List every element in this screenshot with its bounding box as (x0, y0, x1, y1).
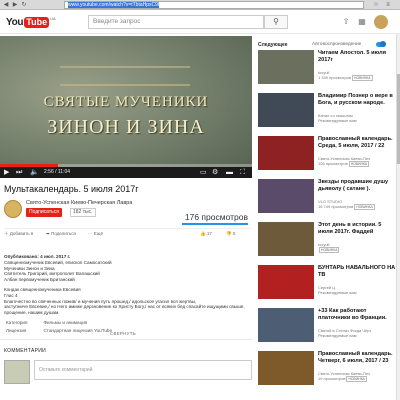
search-icon: ⚲ (273, 17, 279, 26)
recommendation-title[interactable]: Владимир Познер о вере в Бога, и русском… (318, 93, 396, 106)
recommendation-thumbnail[interactable] (258, 50, 314, 84)
url-text: www.youtube.com/watch?v=tTbtaHpxC9I (68, 2, 160, 8)
video-player[interactable]: СВЯТЫЕ МУЧЕНИКИ ЗИНОН И ЗИНА ▶ ⏭ 🔈 2:56 … (0, 36, 252, 178)
site-header: You Tube UA Введите запрос ⚲ ⇧ ▦ (0, 10, 400, 34)
autoplay-label: Автовоспроизведение (312, 42, 362, 47)
search-input[interactable]: Введите запрос (88, 15, 264, 29)
video-overlay-title: СВЯТЫЕ МУЧЕНИКИ (43, 94, 209, 110)
new-badge: НОВИНКА (319, 247, 340, 253)
address-bar[interactable]: www.youtube.com/watch?v=tTbtaHpxC9I (64, 1, 364, 9)
recommendation-meta: 106 просмотров НОВИНКА (318, 161, 396, 167)
recommendation-title[interactable]: БУНТАРЬ НАВАЛЬНОГО НА ТВ (318, 265, 396, 278)
notifications-icon[interactable]: ▦ (356, 16, 368, 28)
subtitles-icon[interactable]: ▭ (200, 167, 207, 178)
recommendation-thumbnail[interactable] (258, 179, 314, 213)
recommendation-thumbnail[interactable] (258, 265, 314, 299)
collapse-button[interactable]: СВЕРНУТЬ (110, 331, 136, 336)
forward-icon[interactable]: ▶ (11, 1, 19, 9)
new-badge: НОВИНКА (348, 161, 370, 167)
play-icon[interactable]: ▶ (4, 167, 9, 178)
recommendation-thumbnail[interactable] (258, 308, 314, 342)
recommendation-item[interactable]: Православный календарь. Четверг, 6 июля,… (258, 351, 396, 391)
recommendation-views: 106 просмотров (318, 161, 348, 166)
recommendation-item[interactable]: БУНТАРЬ НАВАЛЬНОГО НА ТВ Сергей Ц Рекоменд… (258, 265, 396, 305)
comments-header: КОММЕНТАРИИ (4, 348, 47, 354)
new-badge: НОВИНКА (352, 75, 373, 81)
settings-icon[interactable]: ⚙ (212, 167, 218, 178)
search-button[interactable]: ⚲ (264, 15, 288, 29)
star-icon[interactable]: ☆ (372, 1, 380, 9)
next-icon[interactable]: ⏭ (16, 167, 22, 178)
page-scrollbar[interactable] (396, 34, 400, 400)
volume-icon[interactable]: 🔈 (30, 167, 39, 178)
user-avatar (4, 360, 30, 384)
menu-icon[interactable]: ≡ (384, 1, 392, 9)
new-badge: НОВИНКА (346, 376, 367, 382)
back-icon[interactable]: ◀ (2, 1, 10, 9)
recommendation-meta: Рекомендуемые вам (318, 290, 396, 295)
meta-row: Категория Фильмы и анимация (6, 320, 88, 325)
subscriber-count: 182 тыс. (70, 208, 96, 217)
recommendation-views: 16 749 просмотров (318, 204, 354, 209)
recommendation-thumbnail[interactable] (258, 136, 314, 170)
recommendation-item[interactable]: +33 Как работают платочники во Франции. С… (258, 308, 396, 348)
recommendation-title[interactable]: Православный календарь. Среда, 5 июля, 2… (318, 136, 396, 149)
frame-ornament (60, 66, 190, 86)
channel-name[interactable]: Свято-Успенская Киево-Печерская Лавра (26, 200, 132, 206)
account-avatar[interactable] (374, 15, 388, 29)
description: Опубликовано: 4 июл. 2017 г. Священномуч… (4, 254, 248, 316)
description-line: заступниче Евсевие,/ но Него имиже дерзн… (4, 304, 245, 316)
browser-toolbar: ◀ ▶ ↻ www.youtube.com/watch?v=tTbtaHpxC9… (0, 0, 400, 10)
video-title: Мультакалендарь. 5 июля 2017г (4, 184, 139, 194)
recommendation-item[interactable]: Звезды продавшие душу дьяволу ( сатане )… (258, 179, 396, 219)
like-button[interactable]: 👍 17 (200, 231, 212, 237)
recommendation-title[interactable]: Читаем Апостол. 5 июля 2017г (318, 50, 396, 63)
recommendation-views: Рекомендуемые вам (318, 118, 357, 123)
view-count: 176 просмотров (184, 212, 248, 222)
recommendation-title[interactable]: Этот день в истории. 5 июля 2017г. Фадде… (318, 222, 396, 235)
recommendation-meta: 19 просмотров НОВИНКА (318, 376, 396, 382)
recommendation-views: 19 просмотров (318, 376, 346, 381)
recommendation-thumbnail[interactable] (258, 93, 314, 127)
fullscreen-icon[interactable]: ⛶ (240, 167, 245, 178)
recommendation-meta: Рекомендуемые вам (318, 118, 396, 123)
recommendation-meta: Рекомендуемые вам (318, 333, 396, 338)
recommendation-title[interactable]: Звезды продавшие душу дьяволу ( сатане )… (318, 179, 396, 192)
recommendation-thumbnail[interactable] (258, 351, 314, 385)
reload-icon[interactable]: ↻ (20, 1, 28, 9)
recommendation-title[interactable]: Православный календарь. Четверг, 6 июля,… (318, 351, 396, 364)
share-button[interactable]: ➦ Поделиться (46, 231, 76, 237)
recommendation-meta: 1 339 просмотров НОВИНКА (318, 75, 396, 81)
recommendation-item[interactable]: Читаем Апостол. 5 июля 2017г foxyuli 1 339… (258, 50, 396, 90)
upload-icon[interactable]: ⇧ (340, 16, 352, 28)
recommendation-views: 1 339 просмотров (318, 75, 352, 80)
video-overlay-subtitle: ЗИНОН И ЗИНА (47, 116, 205, 138)
new-badge: НОВИНКА (354, 204, 375, 210)
subscribe-button[interactable]: Подписаться (26, 208, 62, 217)
channel-avatar[interactable] (4, 200, 22, 218)
recommendation-views: Рекомендуемые вам (318, 290, 357, 295)
recommendation-item[interactable]: Православный календарь. Среда, 5 июля, 2… (258, 136, 396, 176)
player-controls: ▶ ⏭ 🔈 2:56 / 11:04 ▭ ⚙ ▬ ⛶ (0, 167, 252, 178)
recommendation-views: Рекомендуемые вам (318, 333, 357, 338)
meta-row: Лицензия Стандартная лицензия YouTube (6, 327, 112, 333)
autoplay-toggle[interactable] (376, 41, 386, 47)
more-button[interactable]: ··· Ещё (88, 231, 103, 236)
action-bar: ＋ Добавить в ➦ Поделиться ··· Ещё 👍 17 👎… (4, 228, 252, 238)
theater-icon[interactable]: ▬ (226, 167, 233, 178)
add-to-button[interactable]: ＋ Добавить в (4, 231, 33, 237)
recommendation-title[interactable]: +33 Как работают платочники во Франции. (318, 308, 396, 321)
time-display: 2:56 / 11:04 (44, 169, 71, 175)
recommendation-item[interactable]: Этот день в истории. 5 июля 2017г. Фадде… (258, 222, 396, 262)
recommendation-meta: НОВИНКА (318, 247, 396, 253)
youtube-logo[interactable]: You Tube UA (6, 16, 56, 28)
up-next-label: Следующее (258, 42, 288, 48)
like-ratio-bar (182, 223, 248, 225)
recommendation-thumbnail[interactable] (258, 222, 314, 256)
recommendation-item[interactable]: Владимир Познер о вере в Бога, и русском… (258, 93, 396, 133)
dislike-button[interactable]: 👎 0 (226, 231, 235, 237)
recommendation-meta: 16 749 просмотров НОВИНКА (318, 204, 396, 210)
comment-input[interactable]: Оставьте комментарий (34, 360, 252, 380)
